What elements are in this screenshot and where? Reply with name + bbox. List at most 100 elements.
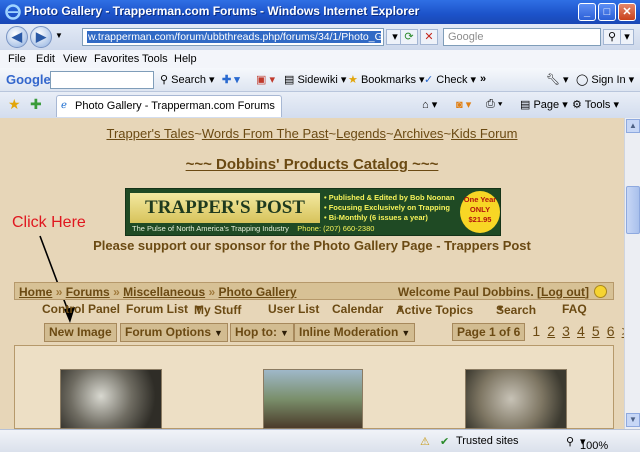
link-archives[interactable]: Archives	[394, 126, 444, 141]
page-6-link[interactable]: 6	[607, 323, 615, 339]
forward-button[interactable]: ▶	[30, 26, 52, 48]
catalog-link[interactable]: ~~~ Dobbins' Products Catalog ~~~	[0, 156, 624, 173]
popup-blocker-icon[interactable]: ▣ ▾	[256, 73, 275, 86]
title-bar: Photo Gallery - Trapperman.com Forums - …	[0, 0, 640, 24]
search-options-icon[interactable]: ▾	[620, 29, 634, 45]
nav-faq[interactable]: FAQ	[562, 302, 587, 316]
signin-button[interactable]: ◯ Sign In ▾	[576, 73, 634, 86]
link-trappers-tales[interactable]: Trapper's Tales	[106, 126, 194, 141]
more-tools-button[interactable]: »	[480, 73, 486, 85]
page-3-link[interactable]: 3	[562, 323, 570, 339]
google-plus-icon[interactable]: ✚ ▾	[222, 73, 240, 86]
page-5-link[interactable]: 5	[592, 323, 600, 339]
new-image-button[interactable]: New Image	[44, 323, 117, 342]
tools-menu[interactable]: ⚙ Tools ▾	[572, 98, 619, 111]
menu-favorites[interactable]: Favorites	[94, 53, 139, 65]
sidewiki-button[interactable]: ▤ Sidewiki ▾	[284, 73, 346, 86]
gallery-thumbnail[interactable]	[263, 369, 363, 429]
clipped-links-row	[0, 118, 624, 125]
banner-price-burst: One Year ONLY $21.95	[460, 191, 500, 233]
breadcrumb-bar: Home » Forums » Miscellaneous » Photo Ga…	[14, 282, 614, 300]
security-icon: ⚠	[420, 436, 430, 448]
menu-file[interactable]: File	[8, 53, 26, 65]
google-search-field[interactable]	[50, 71, 154, 89]
tab-favicon-icon: ℯ	[61, 100, 67, 111]
security-zone-label: Trusted sites	[456, 435, 519, 447]
wrench-icon[interactable]: 🔧︎ ▾	[546, 73, 569, 86]
feeds-icon[interactable]: ◙ ▾	[456, 98, 471, 111]
forum-options-button[interactable]: Forum Options ▼	[120, 323, 228, 342]
google-toolbar: Google ⚲ Search ▾ ✚ ▾ ▣ ▾ ▤ Sidewiki ▾ ★…	[0, 68, 640, 92]
hop-to-select[interactable]: Hop to: ▼	[230, 323, 294, 342]
google-search-button[interactable]: ⚲ Search ▾	[160, 73, 215, 86]
logout-link[interactable]: Log out	[541, 285, 585, 299]
window-title: Photo Gallery - Trapperman.com Forums - …	[24, 4, 420, 18]
scroll-thumb[interactable]	[626, 186, 640, 234]
zoom-icon[interactable]: ⚲	[566, 435, 574, 448]
zoom-level[interactable]: 100% ▾	[580, 435, 608, 452]
top-links-row: Trapper's Tales~Words From The Past~Lege…	[106, 126, 518, 141]
banner-bullets: • Published & Edited by Bob Noonan • Foc…	[324, 193, 455, 222]
link-words-from-the-past[interactable]: Words From The Past	[202, 126, 329, 141]
print-icon[interactable]: ⎙ ▾	[486, 98, 502, 111]
tab-row: ★ ✚ ℯ Photo Gallery - Trapperman.com For…	[0, 92, 640, 118]
pagination: Page 1 of 6 1 2 3 4 5 6 >	[452, 323, 624, 342]
search-icon[interactable]: ⚲	[603, 29, 621, 45]
spellcheck-button[interactable]: ✓ Check ▾	[424, 73, 476, 86]
back-button[interactable]: ◀	[6, 26, 28, 48]
page-4-link[interactable]: 4	[577, 323, 585, 339]
crumb-miscellaneous[interactable]: Miscellaneous	[123, 285, 205, 299]
nav-forum-list[interactable]: Forum List	[126, 302, 188, 316]
status-bar: ⚠ ✔ Trusted sites ⚲ 100% ▾	[0, 429, 640, 452]
click-here-annotation: Click Here	[12, 214, 86, 231]
menu-help[interactable]: Help	[174, 53, 197, 65]
history-dropdown-icon[interactable]: ▼	[55, 31, 63, 40]
page-1: 1	[532, 323, 541, 339]
page-2-link[interactable]: 2	[547, 323, 555, 339]
minimize-button[interactable]: _	[578, 3, 596, 21]
search-input[interactable]: Google	[443, 28, 601, 46]
welcome-text: Welcome Paul Dobbins. [Log out]	[397, 285, 589, 299]
nav-calendar[interactable]: Calendar	[332, 302, 383, 316]
close-button[interactable]: ✕	[618, 3, 636, 21]
nav-user-list[interactable]: User List	[268, 302, 319, 316]
favorites-star-icon[interactable]: ★	[8, 96, 21, 113]
ie-logo-icon	[5, 4, 21, 20]
address-field[interactable]: w.trapperman.com/forum/ubbthreads.php/fo…	[82, 28, 384, 46]
scroll-up-icon[interactable]: ▲	[626, 119, 640, 133]
action-bar: New Image Forum Options ▼ Hop to: ▼ Inline…	[14, 321, 624, 343]
nav-control-panel[interactable]: Control Panel	[42, 302, 120, 316]
inline-moderation-select[interactable]: Inline Moderation ▼	[294, 323, 416, 342]
tab-photo-gallery[interactable]: ℯ Photo Gallery - Trapperman.com Forums	[56, 95, 282, 117]
crumb-home[interactable]: Home	[19, 285, 52, 299]
url-text: w.trapperman.com/forum/ubbthreads.php/fo…	[87, 31, 381, 43]
stop-icon[interactable]: ✕	[420, 29, 438, 45]
sponsor-text: Please support our sponsor for the Photo…	[93, 238, 531, 253]
home-icon[interactable]: ⌂ ▾	[422, 98, 437, 111]
scroll-down-icon[interactable]: ▼	[626, 413, 640, 427]
link-kids-forum[interactable]: Kids Forum	[451, 126, 517, 141]
trappers-post-banner[interactable]: TRAPPER'S POST The Pulse of North Americ…	[125, 188, 501, 236]
menu-tools[interactable]: Tools	[142, 53, 168, 65]
menu-edit[interactable]: Edit	[36, 53, 55, 65]
bookmarks-button[interactable]: ★ Bookmarks ▾	[348, 73, 425, 86]
forum-nav-links: Control Panel Forum List My Stuff ▼ User…	[42, 302, 587, 317]
trusted-sites-icon: ✔	[440, 436, 450, 448]
menu-bar: File Edit View Favorites Tools Help	[0, 50, 640, 68]
page-menu[interactable]: ▤ Page ▾	[520, 98, 568, 111]
refresh-icon[interactable]: ⟳	[400, 29, 418, 45]
gallery-thumbnail[interactable]	[60, 369, 162, 429]
gallery-thumbnail[interactable]	[465, 369, 567, 429]
vertical-scrollbar[interactable]: ▲ ▼	[624, 118, 640, 429]
crumb-photo-gallery[interactable]: Photo Gallery	[219, 285, 297, 299]
add-favorites-icon[interactable]: ✚	[30, 96, 42, 113]
link-legends[interactable]: Legends	[336, 126, 386, 141]
maximize-button[interactable]: □	[598, 3, 616, 21]
smiley-icon	[594, 285, 607, 298]
tab-title: Photo Gallery - Trapperman.com Forums	[75, 100, 275, 112]
crumb-forums[interactable]: Forums	[66, 285, 110, 299]
photo-gallery-grid	[14, 345, 614, 429]
menu-view[interactable]: View	[63, 53, 87, 65]
page-indicator: Page 1 of 6	[452, 323, 526, 341]
page-content: Trapper's Tales~Words From The Past~Lege…	[0, 118, 624, 429]
